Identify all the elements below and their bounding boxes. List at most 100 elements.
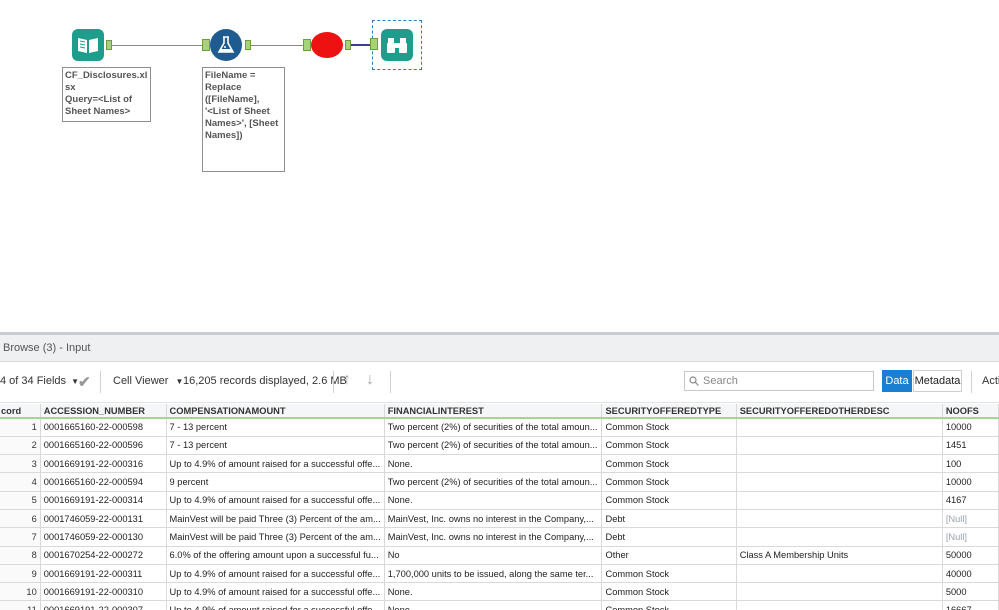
table-cell[interactable]: Two percent (2%) of securities of the to… [384, 418, 603, 437]
table-cell[interactable]: 7 - 13 percent [166, 418, 385, 437]
record-number-cell[interactable]: 3 [0, 454, 41, 474]
table-cell[interactable]: 0001665160-22-000594 [40, 472, 167, 492]
formula-output-anchor[interactable] [245, 40, 251, 50]
table-cell[interactable]: 10000 [942, 418, 999, 437]
table-cell[interactable] [736, 527, 943, 547]
table-cell[interactable] [736, 454, 943, 474]
table-row[interactable]: 3 0001669191-22-000316 Up to 4.9% of amoun… [0, 454, 999, 474]
table-cell[interactable]: Up to 4.9% of amount raised for a succes… [166, 491, 385, 510]
table-cell[interactable] [736, 582, 943, 602]
table-cell[interactable]: Class A Membership Units [736, 546, 943, 565]
record-number-cell[interactable]: 5 [0, 491, 41, 510]
table-cell[interactable]: No [384, 546, 603, 565]
table-cell[interactable]: 6.0% of the offering amount upon a succe… [166, 546, 385, 565]
table-cell[interactable]: 0001746059-22-000130 [40, 527, 167, 547]
record-number-cell[interactable]: 1 [0, 418, 41, 437]
column-header-security-offered-other-desc[interactable]: SECURITYOFFEREDOTHERDESC [736, 404, 943, 419]
table-cell[interactable]: Two percent (2%) of securities of the to… [384, 436, 603, 456]
column-header-financial-interest[interactable]: FINANCIALINTEREST [384, 404, 603, 419]
record-number-cell[interactable]: 4 [0, 472, 41, 492]
search-input[interactable]: Search [684, 371, 874, 391]
table-cell[interactable]: 50000 [942, 546, 999, 565]
column-header-security-offered-type[interactable]: SECURITYOFFEREDTYPE [601, 404, 737, 419]
table-cell[interactable]: Debt [601, 509, 737, 529]
table-cell[interactable]: Common Stock [601, 436, 737, 456]
workflow-canvas[interactable]: CF_Disclosures.xlsx Query=<List of Sheet… [0, 0, 999, 332]
table-cell[interactable]: Other [601, 546, 737, 565]
table-cell[interactable]: 0001746059-22-000131 [40, 509, 167, 529]
table-row[interactable]: 1 0001665160-22-000598 7 - 13 percent Two p… [0, 418, 999, 437]
table-cell[interactable]: Common Stock [601, 491, 737, 510]
table-cell[interactable]: 0001670254-22-000272 [40, 546, 167, 565]
table-cell[interactable]: [Null] [942, 527, 999, 547]
arrow-down-icon[interactable]: ↓ [366, 371, 374, 389]
checkmark-icon[interactable]: ✔ [78, 373, 91, 391]
table-cell[interactable] [736, 418, 943, 437]
table-cell[interactable]: Common Stock [601, 582, 737, 602]
table-row[interactable]: 5 0001669191-22-000314 Up to 4.9% of amoun… [0, 491, 999, 510]
table-cell[interactable] [736, 509, 943, 529]
record-number-cell[interactable]: 9 [0, 564, 41, 584]
table-cell[interactable]: 16667 [942, 600, 999, 610]
table-cell[interactable]: Up to 4.9% of amount raised for a succes… [166, 454, 385, 474]
data-toggle-button[interactable]: Data [882, 370, 912, 392]
table-cell[interactable] [736, 564, 943, 584]
table-cell[interactable] [736, 491, 943, 510]
table-cell[interactable]: 40000 [942, 564, 999, 584]
table-row[interactable]: 8 0001670254-22-000272 6.0% of the offerin… [0, 546, 999, 565]
table-cell[interactable] [736, 472, 943, 492]
table-cell[interactable]: MainVest, Inc. owns no interest in the C… [384, 527, 603, 547]
error-tool-output-anchor[interactable] [345, 40, 351, 50]
input-data-tool[interactable] [72, 29, 104, 61]
table-cell[interactable]: None. [384, 491, 603, 510]
column-header-compensation-amount[interactable]: COMPENSATIONAMOUNT [166, 404, 385, 419]
record-number-cell[interactable]: 11 [0, 600, 41, 610]
cell-viewer-dropdown[interactable]: Cell Viewer ▼ [113, 375, 183, 387]
column-header-record[interactable]: cord [0, 404, 41, 419]
input-output-anchor[interactable] [106, 40, 112, 50]
table-cell[interactable]: 0001669191-22-000314 [40, 491, 167, 510]
table-cell[interactable]: Common Stock [601, 472, 737, 492]
table-cell[interactable]: 100 [942, 454, 999, 474]
table-cell[interactable] [736, 436, 943, 456]
table-cell[interactable]: 0001669191-22-000316 [40, 454, 167, 474]
table-row[interactable]: 7 0001746059-22-000130 MainVest will be pa… [0, 527, 999, 547]
record-number-cell[interactable]: 2 [0, 436, 41, 456]
table-cell[interactable]: 0001665160-22-000596 [40, 436, 167, 456]
table-cell[interactable]: 9 percent [166, 472, 385, 492]
table-cell[interactable]: Common Stock [601, 564, 737, 584]
table-cell[interactable]: Common Stock [601, 600, 737, 610]
table-cell[interactable]: 1451 [942, 436, 999, 456]
arrow-up-icon[interactable]: ↑ [343, 371, 351, 389]
browse-input-anchor[interactable] [370, 38, 378, 50]
table-cell[interactable]: MainVest, Inc. owns no interest in the C… [384, 509, 603, 529]
table-cell[interactable]: 0001665160-22-000598 [40, 418, 167, 437]
table-cell[interactable]: Common Stock [601, 454, 737, 474]
table-cell[interactable]: 7 - 13 percent [166, 436, 385, 456]
table-cell[interactable]: 0001669191-22-000307 [40, 600, 167, 610]
table-cell[interactable]: None. [384, 454, 603, 474]
record-number-cell[interactable]: 7 [0, 527, 41, 547]
record-number-cell[interactable]: 8 [0, 546, 41, 565]
table-cell[interactable]: Up to 4.9% of amount raised for a succes… [166, 600, 385, 610]
actions-button[interactable]: Acti [982, 375, 999, 387]
table-cell[interactable]: Up to 4.9% of amount raised for a succes… [166, 582, 385, 602]
table-cell[interactable]: Up to 4.9% of amount raised for a succes… [166, 564, 385, 584]
table-row[interactable]: 9 0001669191-22-000311 Up to 4.9% of amoun… [0, 564, 999, 584]
metadata-toggle-button[interactable]: Metadata [913, 370, 962, 392]
table-row[interactable]: 6 0001746059-22-000131 MainVest will be pa… [0, 509, 999, 529]
table-cell[interactable]: Common Stock [601, 418, 737, 437]
record-number-cell[interactable]: 6 [0, 509, 41, 529]
formula-tool[interactable] [210, 29, 242, 61]
fields-selector[interactable]: 4 of 34 Fields ▼ [0, 375, 79, 387]
table-row[interactable]: 2 0001665160-22-000596 7 - 13 percent Two p… [0, 436, 999, 456]
table-row[interactable]: 110001669191-22-000307Up to 4.9% of amou… [0, 600, 999, 610]
table-cell[interactable]: 10000 [942, 472, 999, 492]
table-cell[interactable] [736, 600, 943, 610]
table-cell[interactable]: 0001669191-22-000311 [40, 564, 167, 584]
table-row[interactable]: 4 0001665160-22-000594 9 percent Two percen… [0, 472, 999, 492]
formula-input-anchor[interactable] [202, 39, 210, 51]
table-cell[interactable]: MainVest will be paid Three (3) Percent … [166, 509, 385, 529]
table-cell[interactable]: MainVest will be paid Three (3) Percent … [166, 527, 385, 547]
table-cell[interactable]: 5000 [942, 582, 999, 602]
